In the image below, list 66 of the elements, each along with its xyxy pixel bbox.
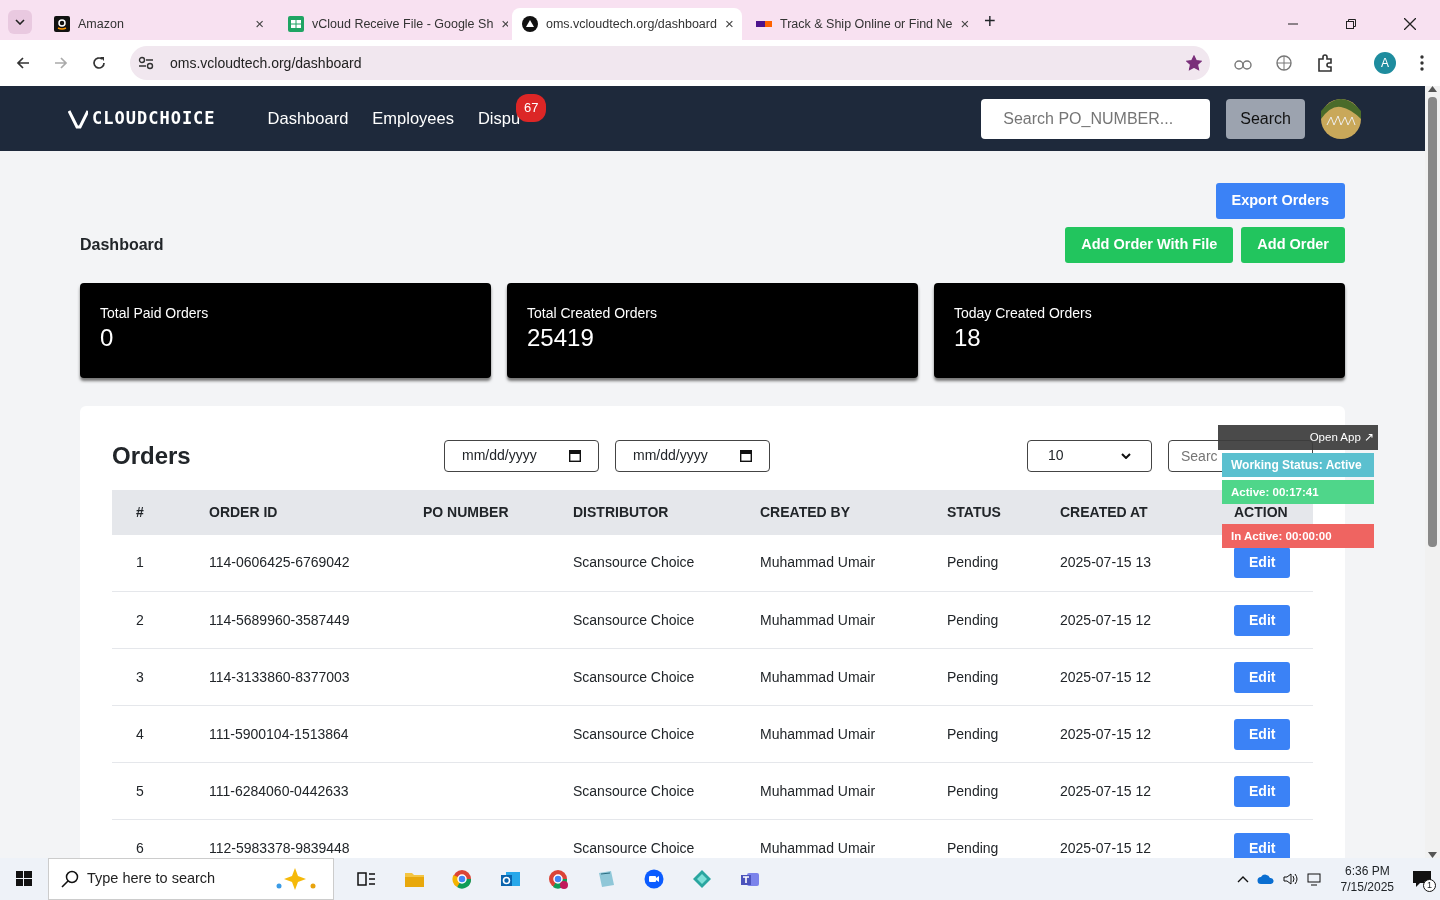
column-header: PO NUMBER: [422, 489, 572, 535]
page-title: Dashboard: [80, 234, 164, 255]
stat-label: Total Created Orders: [527, 303, 658, 323]
table-cell: 3: [136, 668, 144, 685]
table-cell: 112-5983378-9839448: [209, 839, 350, 856]
table-cell: 2025-07-15 13: [1060, 554, 1152, 571]
column-header: ORDER ID: [208, 489, 422, 535]
date-placeholder: mm/dd/yyyy: [633, 446, 708, 465]
table-cell: Scansource Choice: [573, 668, 695, 685]
table-cell: 2025-07-15 12: [1060, 839, 1152, 856]
table-cell: Pending: [947, 611, 999, 628]
tab-title: Amazon: [78, 15, 124, 33]
column-header: DISTRIBUTOR: [572, 489, 759, 535]
table-cell: Scansource Choice: [573, 611, 695, 628]
table-cell: Muhammad Umair: [760, 782, 876, 799]
column-header: #: [112, 489, 208, 535]
table-cell: 6: [136, 839, 144, 856]
table-cell: 114-3133860-8377003: [209, 668, 350, 685]
search-placeholder: Type here to search: [87, 869, 217, 889]
select-value: 10: [1048, 446, 1064, 465]
table-cell: 1: [136, 554, 144, 571]
table-cell: Muhammad Umair: [760, 725, 876, 742]
tab-title: Track & Ship Online or Find Ne: [780, 15, 953, 33]
stat-value: 18: [954, 323, 982, 353]
table-cell: Scansource Choice: [573, 554, 695, 571]
table-cell: Muhammad Umair: [760, 839, 876, 856]
tab-title: oms.vcloudtech.org/dashboard: [546, 15, 717, 33]
column-header: STATUS: [946, 489, 1059, 535]
clock-date: 7/15/2025: [1340, 879, 1394, 896]
table-cell: 2025-07-15 12: [1060, 725, 1152, 742]
tab-title: vCloud Receive File - Google Sh: [312, 15, 494, 33]
column-header: CREATED BY: [759, 489, 946, 535]
address-text: oms.vcloudtech.org/dashboard: [170, 53, 363, 73]
stat-value: 0: [100, 323, 115, 353]
table-cell: Muhammad Umair: [760, 611, 876, 628]
stat-value: 25419: [527, 323, 595, 353]
table-cell: Pending: [947, 782, 999, 799]
table-cell: 114-0606425-6769042: [209, 554, 350, 571]
stat-label: Total Paid Orders: [100, 303, 210, 323]
timer-label: Active: 00:17:41: [1222, 480, 1374, 505]
table-cell: 111-6284060-0442633: [209, 782, 349, 799]
table-cell: 2025-07-15 12: [1060, 668, 1152, 685]
table-cell: Pending: [947, 668, 999, 685]
table-cell: Pending: [947, 554, 999, 571]
section-title: Orders: [112, 440, 192, 471]
table-cell: Pending: [947, 839, 999, 856]
table-cell: Pending: [947, 725, 999, 742]
stat-label: Today Created Orders: [954, 303, 1093, 323]
table-cell: 2025-07-15 12: [1060, 611, 1152, 628]
table-cell: 114-5689960-3587449: [209, 611, 350, 628]
timer-label: In Active: 00:00:00: [1222, 524, 1374, 549]
table-cell: 5: [136, 782, 144, 799]
date-placeholder: mm/dd/yyyy: [462, 446, 537, 465]
table-cell: Scansource Choice: [573, 725, 695, 742]
brand-name: CLOUDCHOICE: [92, 106, 216, 130]
table-cell: Muhammad Umair: [760, 554, 876, 571]
table-cell: 111-5900104-1513864: [209, 725, 349, 742]
clock-time: 6:36 PM: [1344, 862, 1390, 879]
table-cell: 2025-07-15 12: [1060, 782, 1152, 799]
table-cell: Scansource Choice: [573, 782, 695, 799]
table-cell: 4: [136, 725, 144, 742]
table-cell: 2: [136, 611, 144, 628]
table-cell: Muhammad Umair: [760, 668, 876, 685]
count-badge: 1: [1423, 879, 1436, 892]
table-cell: Scansource Choice: [573, 839, 695, 856]
status-label: Working Status: Active: [1222, 453, 1374, 478]
